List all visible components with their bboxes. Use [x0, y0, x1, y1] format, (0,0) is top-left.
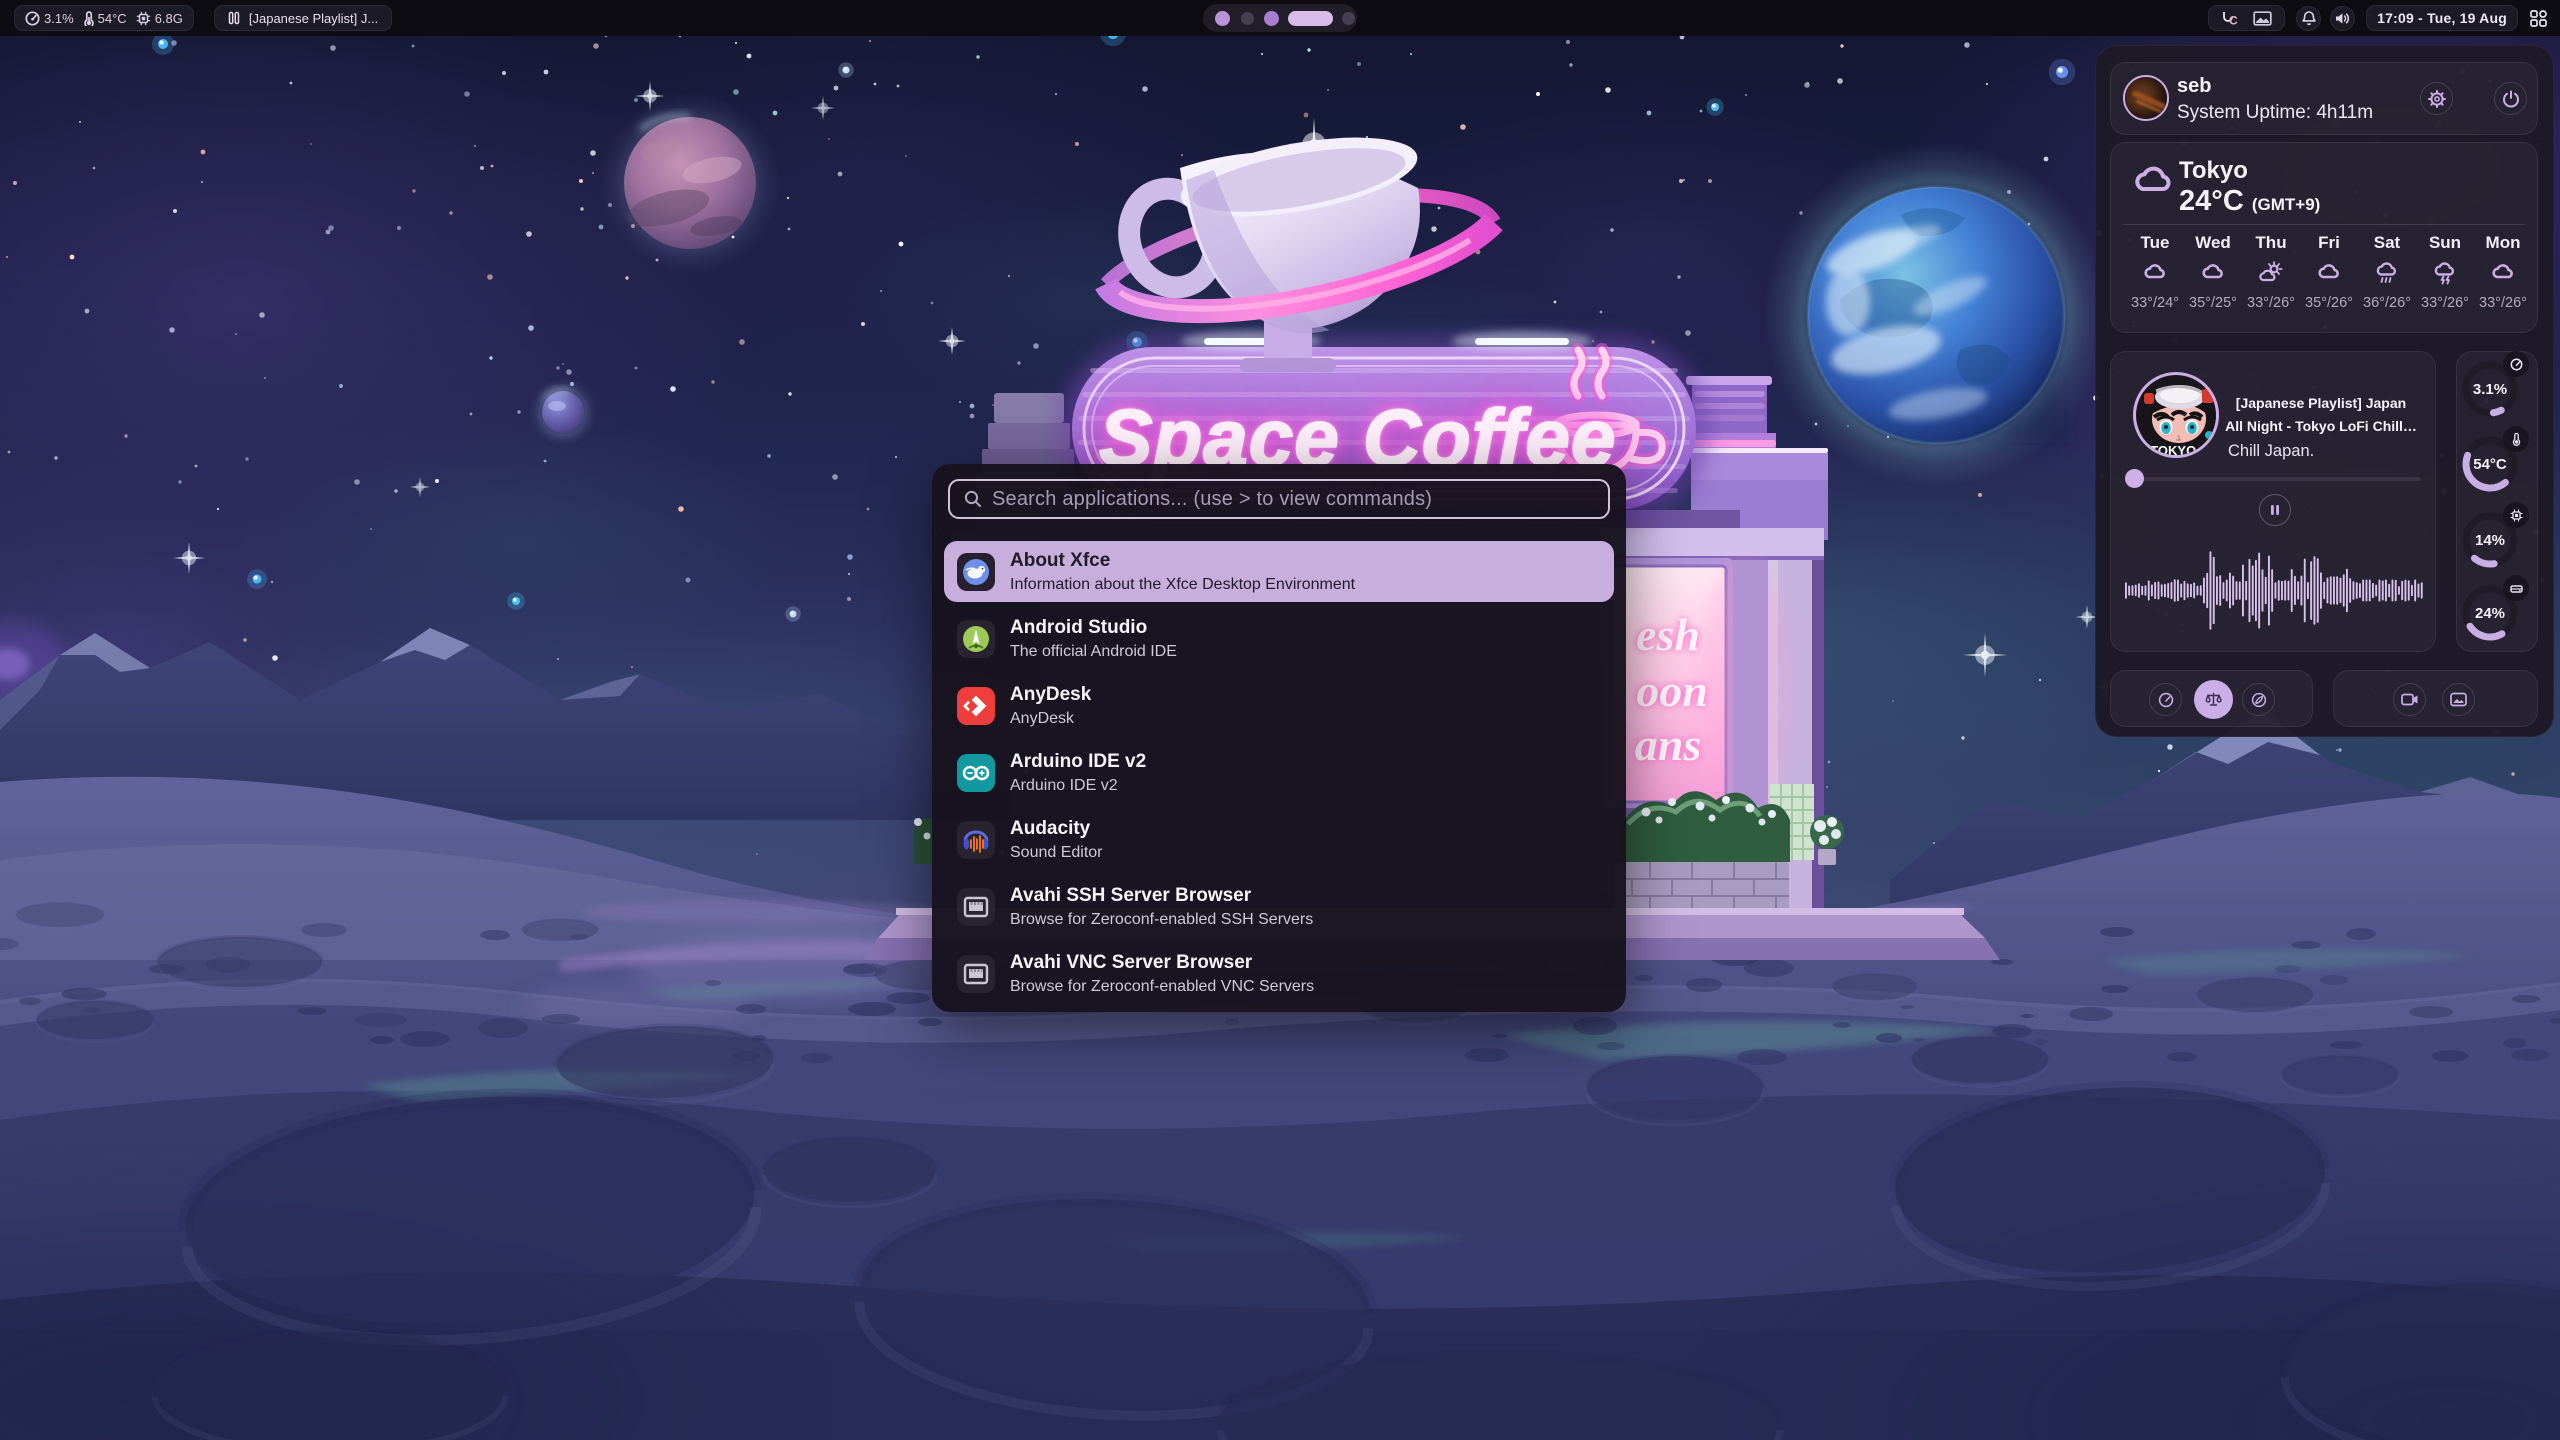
svg-text:oon: oon [1636, 665, 1708, 716]
svg-text:ans: ans [1635, 719, 1701, 770]
svg-text:esh: esh [1636, 609, 1700, 660]
svg-text:C: C [2229, 14, 2238, 27]
